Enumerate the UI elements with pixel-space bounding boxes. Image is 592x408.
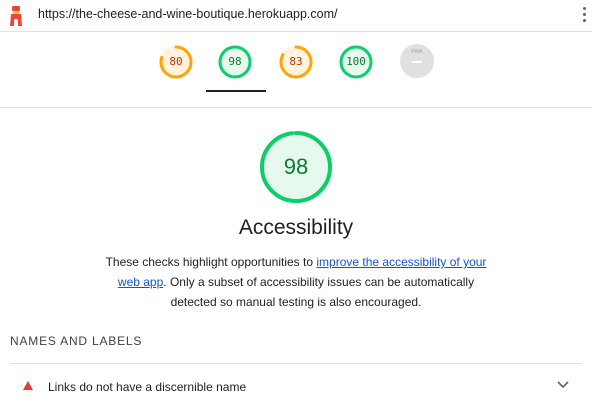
divider [10, 363, 582, 364]
fail-triangle-icon [23, 381, 33, 390]
audit-group-title: NAMES AND LABELS [10, 334, 143, 348]
score-gauge-0[interactable]: 80 [158, 44, 194, 80]
page-url: https://the-cheese-and-wine-boutique.her… [38, 7, 338, 21]
audit-title: Links do not have a discernible name [48, 380, 247, 394]
score-gauge-3[interactable]: 100 [338, 44, 374, 80]
score-value: 100 [346, 55, 366, 68]
score-value: 80 [169, 55, 183, 68]
more-options-icon[interactable] [580, 7, 588, 25]
category-score-value: 98 [283, 154, 309, 179]
selected-tab-indicator [206, 90, 266, 92]
pwa-badge[interactable]: PWA [400, 44, 434, 78]
description-text: . Only a subset of accessibility issues … [163, 275, 475, 309]
url-bar: https://the-cheese-and-wine-boutique.her… [0, 0, 592, 32]
category-score-gauge: 98 [258, 129, 334, 205]
pwa-label: PWA [411, 49, 423, 55]
chevron-down-icon[interactable] [557, 381, 569, 389]
description-text: These checks highlight opportunities to [105, 255, 317, 269]
audit-row[interactable]: Links do not have a discernible name [0, 372, 592, 400]
category-title: Accessibility [238, 216, 354, 239]
lighthouse-logo-icon [10, 6, 22, 26]
score-value: 83 [289, 55, 303, 68]
score-gauge-2[interactable]: 83 [278, 44, 314, 80]
category-description: These checks highlight opportunities to … [96, 252, 496, 312]
dash-icon [412, 61, 422, 63]
score-gauge-1[interactable]: 98 [217, 44, 253, 80]
score-value: 98 [228, 55, 242, 68]
score-summary: 80 98 83 100 PWA [0, 32, 592, 108]
